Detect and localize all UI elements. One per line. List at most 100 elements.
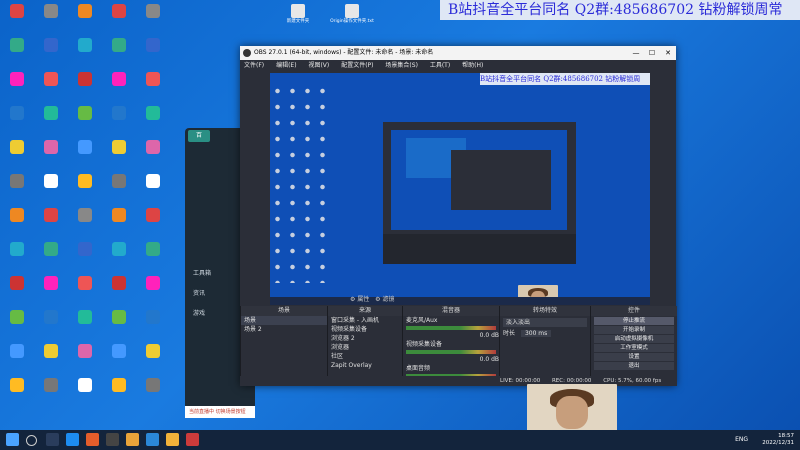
- desktop-shortcut-icon[interactable]: [136, 4, 170, 34]
- desktop-shortcut-icon[interactable]: [136, 344, 170, 374]
- desktop-text-file-icon[interactable]: Origin操作文件夹.txt: [330, 4, 374, 24]
- desktop-shortcut-icon[interactable]: [68, 140, 102, 170]
- start-recording-button[interactable]: 开始录制: [594, 326, 674, 334]
- virtual-camera-button[interactable]: 启动虚拟摄像机: [594, 335, 674, 343]
- desktop-shortcut-icon[interactable]: [68, 174, 102, 204]
- taskbar-app-icon[interactable]: [146, 433, 159, 446]
- transition-select[interactable]: 淡入淡出: [503, 318, 587, 327]
- desktop-shortcut-icon[interactable]: [34, 344, 68, 374]
- desktop-shortcut-icon[interactable]: [136, 310, 170, 340]
- studio-mode-button[interactable]: 工作室模式: [594, 344, 674, 352]
- desktop-shortcut-icon[interactable]: [0, 38, 34, 68]
- clock[interactable]: 18:57 2022/12/31: [762, 430, 794, 450]
- desktop-shortcut-icon[interactable]: [68, 242, 102, 272]
- desktop-shortcut-icon[interactable]: [102, 4, 136, 34]
- source-item[interactable]: 浏览器 2: [328, 334, 402, 343]
- desktop-shortcut-icon[interactable]: [68, 276, 102, 306]
- desktop-shortcut-icon[interactable]: [0, 344, 34, 374]
- taskbar-app-icon[interactable]: [186, 433, 199, 446]
- obs-window[interactable]: OBS 27.0.1 (64-bit, windows) - 配置文件: 未命名…: [240, 46, 677, 387]
- desktop-shortcut-icon[interactable]: [136, 242, 170, 272]
- desktop-shortcut-icon[interactable]: [0, 208, 34, 238]
- minimize-icon[interactable]: —: [628, 46, 644, 60]
- desktop-shortcut-icon[interactable]: [68, 378, 102, 408]
- menu-scene-collection[interactable]: 场景集合(S): [385, 62, 418, 69]
- desktop-shortcut-icon[interactable]: [0, 140, 34, 170]
- menu-tools[interactable]: 工具(T): [430, 62, 450, 69]
- source-item[interactable]: Zapit Overlay: [328, 361, 402, 370]
- volume-meter[interactable]: [406, 326, 496, 330]
- desktop-shortcut-icon[interactable]: [102, 344, 136, 374]
- volume-meter[interactable]: [406, 350, 496, 354]
- app-nav-item[interactable]: 游戏: [193, 308, 205, 317]
- exit-button[interactable]: 退出: [594, 362, 674, 370]
- properties-button[interactable]: 属性: [357, 296, 369, 303]
- app-nav-item[interactable]: 资讯: [193, 288, 205, 297]
- menu-help[interactable]: 帮助(H): [462, 62, 483, 69]
- search-icon[interactable]: [26, 435, 37, 446]
- desktop-shortcut-icon[interactable]: [34, 174, 68, 204]
- desktop-shortcut-icon[interactable]: [68, 344, 102, 374]
- desktop-shortcut-icon[interactable]: [34, 38, 68, 68]
- desktop-shortcut-icon[interactable]: [68, 4, 102, 34]
- task-view-icon[interactable]: [46, 433, 59, 446]
- desktop-shortcut-icon[interactable]: [0, 106, 34, 136]
- menu-view[interactable]: 视图(V): [308, 62, 329, 69]
- menu-profile[interactable]: 配置文件(P): [341, 62, 373, 69]
- desktop-shortcut-icon[interactable]: [102, 174, 136, 204]
- filter-icon[interactable]: ⚙: [375, 296, 380, 303]
- taskbar-app-icon[interactable]: [166, 433, 179, 446]
- desktop-shortcut-icon[interactable]: [136, 140, 170, 170]
- desktop-shortcut-icon[interactable]: [102, 310, 136, 340]
- maximize-icon[interactable]: ☐: [644, 46, 660, 60]
- scene-item[interactable]: 场景: [241, 316, 327, 325]
- taskbar-app-icon[interactable]: [86, 433, 99, 446]
- desktop-shortcut-icon[interactable]: [34, 140, 68, 170]
- desktop-shortcut-icon[interactable]: [102, 72, 136, 102]
- filters-button[interactable]: 滤镜: [382, 296, 394, 303]
- desktop-shortcut-icon[interactable]: [0, 72, 34, 102]
- desktop-folder-icon[interactable]: 新建文件夹: [276, 4, 320, 24]
- menu-file[interactable]: 文件(F): [244, 62, 264, 69]
- desktop-shortcut-icon[interactable]: [34, 106, 68, 136]
- desktop-shortcut-icon[interactable]: [102, 38, 136, 68]
- desktop-shortcut-icon[interactable]: [0, 174, 34, 204]
- source-item[interactable]: 社区: [328, 352, 402, 361]
- desktop-shortcut-icon[interactable]: [102, 140, 136, 170]
- settings-button[interactable]: 设置: [594, 353, 674, 361]
- desktop-shortcut-icon[interactable]: [102, 276, 136, 306]
- start-icon[interactable]: [6, 433, 19, 446]
- source-item[interactable]: 浏览器: [328, 343, 402, 352]
- desktop-shortcut-icon[interactable]: [102, 106, 136, 136]
- menu-edit[interactable]: 编辑(E): [276, 62, 296, 69]
- app-nav-item[interactable]: 工具箱: [193, 268, 211, 277]
- desktop-shortcut-icon[interactable]: [136, 38, 170, 68]
- desktop-shortcut-icon[interactable]: [136, 72, 170, 102]
- language-indicator[interactable]: ENG: [735, 436, 748, 443]
- desktop-shortcut-icon[interactable]: [102, 208, 136, 238]
- duration-input[interactable]: 300 ms: [520, 330, 552, 337]
- scene-item[interactable]: 场景 2: [241, 325, 327, 334]
- desktop-shortcut-icon[interactable]: [34, 378, 68, 408]
- desktop-shortcut-icon[interactable]: [0, 276, 34, 306]
- desktop-shortcut-icon[interactable]: [34, 242, 68, 272]
- obs-taskbar-icon[interactable]: [106, 433, 119, 446]
- desktop-shortcut-icon[interactable]: [136, 174, 170, 204]
- desktop-shortcut-icon[interactable]: [34, 310, 68, 340]
- desktop-shortcut-icon[interactable]: [102, 242, 136, 272]
- taskbar-app-icon[interactable]: [66, 433, 79, 446]
- source-item[interactable]: 视频采集设备: [328, 325, 402, 334]
- desktop-shortcut-icon[interactable]: [34, 4, 68, 34]
- desktop-shortcut-icon[interactable]: [0, 242, 34, 272]
- obs-titlebar[interactable]: OBS 27.0.1 (64-bit, windows) - 配置文件: 未命名…: [240, 46, 676, 60]
- source-item[interactable]: 窗口采集 - 入画机: [328, 316, 402, 325]
- desktop-shortcut-icon[interactable]: [0, 310, 34, 340]
- desktop-shortcut-icon[interactable]: [34, 276, 68, 306]
- close-icon[interactable]: ✕: [660, 46, 676, 60]
- desktop-shortcut-icon[interactable]: [34, 72, 68, 102]
- desktop-shortcut-icon[interactable]: [0, 4, 34, 34]
- desktop-shortcut-icon[interactable]: [102, 378, 136, 408]
- desktop-shortcut-icon[interactable]: [136, 378, 170, 408]
- taskbar-app-icon[interactable]: [126, 433, 139, 446]
- desktop-shortcut-icon[interactable]: [34, 208, 68, 238]
